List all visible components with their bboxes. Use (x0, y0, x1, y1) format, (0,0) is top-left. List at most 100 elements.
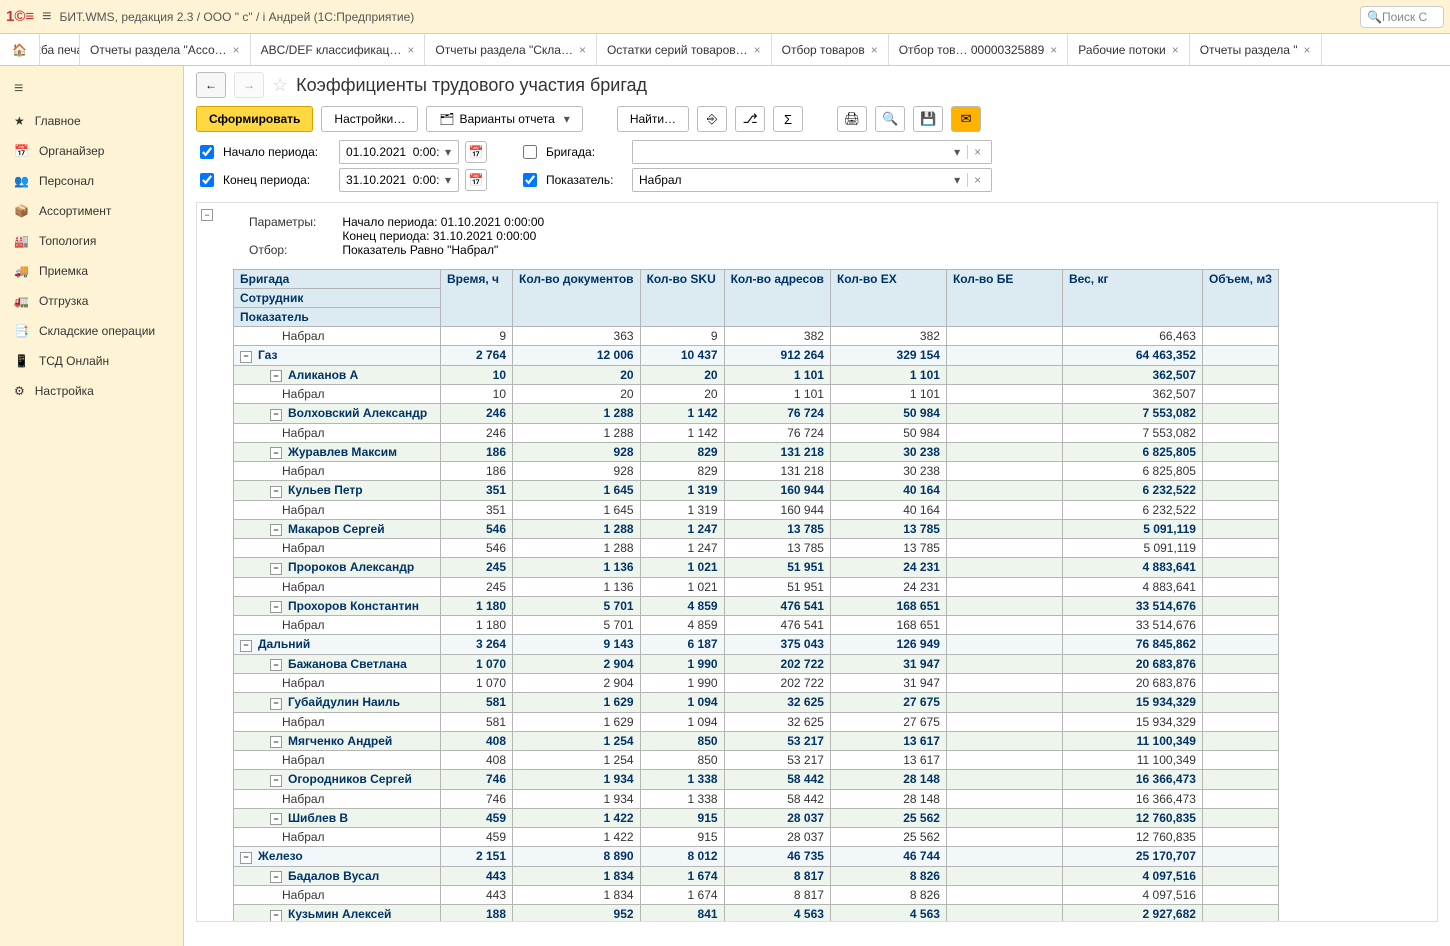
table-row[interactable]: Набрал 459 1 422 915 28 037 25 562 12 76… (234, 828, 1279, 847)
table-row[interactable]: −Кульев Петр 351 1 645 1 319 160 944 40 … (234, 481, 1279, 501)
row-collapse-icon[interactable]: − (270, 486, 282, 498)
tab-item[interactable]: Отчеты раздела "Ассо… × (80, 34, 251, 65)
report-area[interactable]: − Параметры: Начало периода: 01.10.2021 … (196, 202, 1438, 922)
table-row[interactable]: Набрал 746 1 934 1 338 58 442 28 148 16 … (234, 789, 1279, 808)
chevron-down-icon[interactable]: ▾ (951, 173, 963, 187)
sidebar-item[interactable]: 📑Складские операции (0, 316, 183, 346)
chevron-down-icon[interactable]: ▾ (442, 173, 454, 187)
row-collapse-icon[interactable]: − (240, 640, 252, 652)
brigade-checkbox[interactable] (523, 145, 537, 159)
table-row[interactable]: −Аликанов А 10 20 20 1 101 1 101 362,507 (234, 365, 1279, 385)
collapse-groups-icon[interactable]: ⎇ (735, 106, 765, 132)
sidebar-item[interactable]: 🚚Приемка (0, 256, 183, 286)
table-row[interactable]: Набрал 443 1 834 1 674 8 817 8 826 4 097… (234, 886, 1279, 905)
table-row[interactable]: −Бадалов Вусал 443 1 834 1 674 8 817 8 8… (234, 866, 1279, 886)
indicator-input[interactable]: ▾× (632, 168, 992, 192)
close-icon[interactable]: × (407, 43, 414, 57)
settings-button[interactable]: Настройки… (321, 106, 418, 132)
table-row[interactable]: Набрал 10 20 20 1 101 1 101 362,507 (234, 385, 1279, 404)
table-row[interactable]: −Шиблев В 459 1 422 915 28 037 25 562 12… (234, 808, 1279, 828)
table-row[interactable]: −Железо 2 151 8 890 8 012 46 735 46 744 … (234, 847, 1279, 867)
chevron-down-icon[interactable]: ▾ (951, 145, 963, 159)
table-row[interactable]: −Пророков Александр 245 1 136 1 021 51 9… (234, 558, 1279, 578)
sidebar-item[interactable]: 📅Органайзер (0, 136, 183, 166)
table-row[interactable]: −Макаров Сергей 546 1 288 1 247 13 785 1… (234, 519, 1279, 539)
period-end-input[interactable]: ▾ (339, 168, 459, 192)
find-button[interactable]: Найти… (617, 106, 689, 132)
row-collapse-icon[interactable]: − (270, 409, 282, 421)
tab-item[interactable]: Отбор товаров × (772, 34, 889, 65)
table-row[interactable]: Набрал 1 180 5 701 4 859 476 541 168 651… (234, 616, 1279, 635)
calendar-icon[interactable]: 📅 (465, 169, 487, 191)
table-row[interactable]: −Прохоров Константин 1 180 5 701 4 859 4… (234, 596, 1279, 616)
sidebar-item[interactable]: 🚛Отгрузка (0, 286, 183, 316)
period-start-input[interactable]: ▾ (339, 140, 459, 164)
global-search-input[interactable]: 🔍 Поиск C (1360, 6, 1444, 28)
email-icon[interactable]: ✉ (951, 106, 981, 132)
table-row[interactable]: −Волховский Александр 246 1 288 1 142 76… (234, 404, 1279, 424)
table-row[interactable]: Набрал 1 070 2 904 1 990 202 722 31 947 … (234, 674, 1279, 693)
row-collapse-icon[interactable]: − (270, 698, 282, 710)
row-collapse-icon[interactable]: − (270, 775, 282, 787)
preview-icon[interactable]: 🔍 (875, 106, 905, 132)
close-icon[interactable]: × (871, 43, 878, 57)
table-row[interactable]: Набрал 581 1 629 1 094 32 625 27 675 15 … (234, 712, 1279, 731)
row-collapse-icon[interactable]: − (270, 736, 282, 748)
brigade-input[interactable]: ▾× (632, 140, 992, 164)
tab-item[interactable]: Рабочие потоки × (1068, 34, 1189, 65)
table-row[interactable]: −Огородников Сергей 746 1 934 1 338 58 4… (234, 770, 1279, 790)
calendar-icon[interactable]: 📅 (465, 141, 487, 163)
nav-forward-button[interactable]: → (234, 72, 264, 98)
row-collapse-icon[interactable]: − (270, 601, 282, 613)
clear-icon[interactable]: × (967, 173, 987, 187)
row-collapse-icon[interactable]: − (240, 852, 252, 864)
report-variants-button[interactable]: 🗂 Варианты отчета (426, 106, 583, 132)
table-row[interactable]: −Губайдулин Наиль 581 1 629 1 094 32 625… (234, 693, 1279, 713)
tab-item[interactable]: Отчеты раздела " × (1190, 34, 1322, 65)
print-icon[interactable]: 🖨 (837, 106, 867, 132)
favorite-star-icon[interactable]: ☆ (272, 75, 288, 96)
row-collapse-icon[interactable]: − (270, 910, 282, 922)
row-collapse-icon[interactable]: − (270, 447, 282, 459)
sum-icon[interactable]: Σ (773, 106, 803, 132)
close-icon[interactable]: × (579, 43, 586, 57)
menu-icon[interactable]: ≡ (42, 8, 51, 26)
row-collapse-icon[interactable]: − (270, 659, 282, 671)
tab-item[interactable]: Служба печати × (40, 34, 80, 65)
table-row[interactable]: −Дальний 3 264 9 143 6 187 375 043 126 9… (234, 635, 1279, 655)
row-collapse-icon[interactable]: − (270, 370, 282, 382)
table-row[interactable]: −Журавлев Максим 186 928 829 131 218 30 … (234, 442, 1279, 462)
row-collapse-icon[interactable]: − (270, 563, 282, 575)
tab-home[interactable]: 🏠 (0, 34, 40, 65)
sidebar-menu-icon[interactable]: ≡ (0, 72, 183, 106)
table-row[interactable]: −Газ 2 764 12 006 10 437 912 264 329 154… (234, 346, 1279, 366)
save-icon[interactable]: 💾 (913, 106, 943, 132)
nav-back-button[interactable]: ← (196, 72, 226, 98)
clear-icon[interactable]: × (967, 145, 987, 159)
tab-item[interactable]: Отбор тов… 00000325889 × (889, 34, 1069, 65)
tab-item[interactable]: Отчеты раздела "Скла… × (425, 34, 597, 65)
tab-item[interactable]: Остатки серий товаров… × (597, 34, 772, 65)
sidebar-item[interactable]: ⚙Настройка (0, 376, 183, 406)
close-icon[interactable]: × (1172, 43, 1179, 57)
table-row[interactable]: Набрал 408 1 254 850 53 217 13 617 11 10… (234, 751, 1279, 770)
indicator-checkbox[interactable] (523, 173, 537, 187)
close-icon[interactable]: × (754, 43, 761, 57)
table-row[interactable]: Набрал 9 363 9 382 382 66,463 (234, 327, 1279, 346)
form-report-button[interactable]: Сформировать (196, 106, 313, 132)
sidebar-item[interactable]: 📱ТСД Онлайн (0, 346, 183, 376)
table-row[interactable]: Набрал 246 1 288 1 142 76 724 50 984 7 5… (234, 423, 1279, 442)
table-row[interactable]: Набрал 546 1 288 1 247 13 785 13 785 5 0… (234, 539, 1279, 558)
root-collapse-icon[interactable]: − (201, 209, 213, 221)
table-row[interactable]: Набрал 351 1 645 1 319 160 944 40 164 6 … (234, 500, 1279, 519)
table-row[interactable]: −Бажанова Светлана 1 070 2 904 1 990 202… (234, 654, 1279, 674)
sidebar-item[interactable]: 👥Персонал (0, 166, 183, 196)
sidebar-item[interactable]: 📦Ассортимент (0, 196, 183, 226)
sidebar-item[interactable]: ★Главное (0, 106, 183, 136)
chevron-down-icon[interactable]: ▾ (442, 145, 454, 159)
table-row[interactable]: Набрал 186 928 829 131 218 30 238 6 825,… (234, 462, 1279, 481)
period-end-checkbox[interactable] (200, 173, 214, 187)
table-row[interactable]: −Кузьмин Алексей 188 952 841 4 563 4 563… (234, 905, 1279, 923)
tab-item[interactable]: ABC/DEF классификац… × (251, 34, 426, 65)
row-collapse-icon[interactable]: − (240, 351, 252, 363)
